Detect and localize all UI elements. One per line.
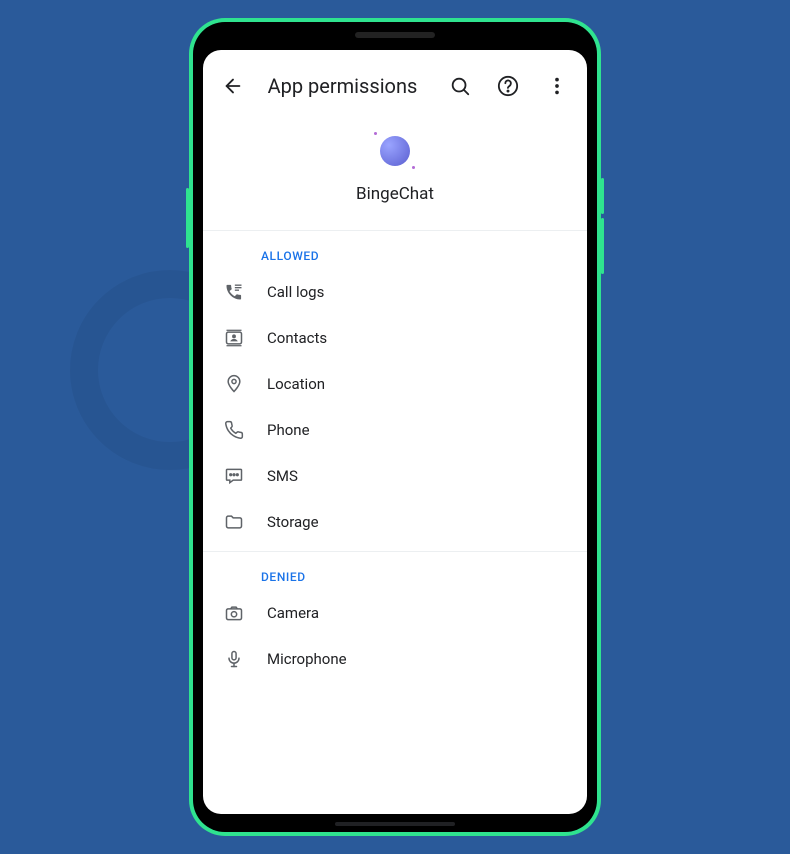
app-info-section: BingeChat bbox=[203, 118, 587, 230]
permission-label: Call logs bbox=[267, 283, 324, 301]
help-button[interactable] bbox=[490, 66, 527, 106]
permission-label: Location bbox=[267, 375, 325, 393]
permission-label: Phone bbox=[267, 421, 310, 439]
permission-microphone[interactable]: Microphone bbox=[203, 636, 587, 682]
permission-label: Microphone bbox=[267, 650, 347, 668]
phone-icon bbox=[223, 419, 245, 441]
permission-camera[interactable]: Camera bbox=[203, 590, 587, 636]
search-button[interactable] bbox=[441, 66, 478, 106]
storage-icon bbox=[223, 511, 245, 533]
app-icon bbox=[380, 136, 410, 166]
permission-location[interactable]: Location bbox=[203, 361, 587, 407]
permission-label: SMS bbox=[267, 467, 298, 485]
page-title: App permissions bbox=[268, 74, 418, 98]
call-log-icon bbox=[223, 281, 245, 303]
permission-label: Camera bbox=[267, 604, 319, 622]
help-icon bbox=[497, 75, 519, 97]
permission-label: Storage bbox=[267, 513, 319, 531]
permission-storage[interactable]: Storage bbox=[203, 499, 587, 545]
contacts-icon bbox=[223, 327, 245, 349]
permission-call-logs[interactable]: Call logs bbox=[203, 269, 587, 315]
gesture-nav-bar[interactable] bbox=[335, 822, 455, 826]
back-arrow-icon bbox=[222, 75, 244, 97]
microphone-icon bbox=[223, 648, 245, 670]
phone-screen: App permissions BingeChat ALLOWED bbox=[203, 50, 587, 814]
more-vert-icon bbox=[546, 75, 568, 97]
search-icon bbox=[449, 75, 471, 97]
permission-contacts[interactable]: Contacts bbox=[203, 315, 587, 361]
permission-phone[interactable]: Phone bbox=[203, 407, 587, 453]
section-header-denied: DENIED bbox=[203, 552, 587, 590]
camera-icon bbox=[223, 602, 245, 624]
permission-sms[interactable]: SMS bbox=[203, 453, 587, 499]
sms-icon bbox=[223, 465, 245, 487]
appbar: App permissions bbox=[203, 50, 587, 118]
overflow-menu-button[interactable] bbox=[538, 66, 575, 106]
phone-frame: App permissions BingeChat ALLOWED bbox=[189, 18, 601, 836]
back-button[interactable] bbox=[215, 66, 252, 106]
app-name-label: BingeChat bbox=[356, 184, 434, 204]
section-header-allowed: ALLOWED bbox=[203, 231, 587, 269]
permission-label: Contacts bbox=[267, 329, 327, 347]
location-icon bbox=[223, 373, 245, 395]
